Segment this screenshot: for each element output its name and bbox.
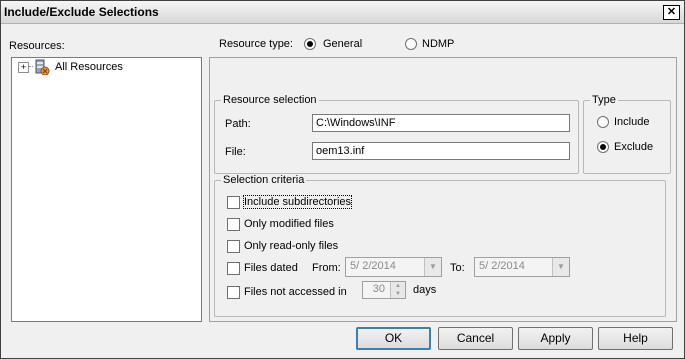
only-read-only-label[interactable]: Only read-only files — [244, 240, 338, 252]
resource-selection-legend: Resource selection — [221, 94, 319, 106]
include-subdirectories-checkbox[interactable] — [227, 196, 240, 209]
chevron-down-icon[interactable]: ▼ — [424, 258, 441, 276]
files-dated-checkbox[interactable] — [227, 262, 240, 275]
path-label: Path: — [225, 118, 251, 130]
resource-type-ndmp-radio[interactable] — [405, 38, 417, 50]
resource-type-ndmp-label[interactable]: NDMP — [422, 38, 454, 50]
only-read-only-checkbox[interactable] — [227, 240, 240, 253]
cancel-button[interactable]: Cancel — [438, 327, 513, 350]
resource-selection-group: Resource selection Path: C:\Windows\INF … — [214, 94, 579, 174]
from-date-picker[interactable]: 5/ 2/2014 ▼ — [345, 257, 442, 277]
files-not-accessed-label[interactable]: Files not accessed in — [244, 286, 347, 298]
server-resources-icon — [35, 59, 50, 75]
to-date-value: 5/ 2/2014 — [479, 260, 525, 272]
type-include-label[interactable]: Include — [614, 116, 649, 128]
type-exclude-radio[interactable] — [597, 141, 609, 153]
include-subdirectories-label[interactable]: Include subdirectories — [242, 195, 353, 209]
tree-expand-toggle[interactable]: + — [18, 62, 29, 73]
days-value: 30 — [372, 283, 385, 295]
type-exclude-label[interactable]: Exclude — [614, 141, 653, 153]
dialog-title: Include/Exclude Selections — [4, 5, 159, 19]
ok-button[interactable]: OK — [356, 327, 431, 350]
resource-type-general-label[interactable]: General — [323, 38, 362, 50]
spinner-arrows-icon[interactable]: ▲ ▼ — [390, 282, 405, 298]
file-label: File: — [225, 146, 246, 158]
files-dated-label[interactable]: Files dated — [244, 262, 298, 274]
files-not-accessed-checkbox[interactable] — [227, 286, 240, 299]
days-label: days — [413, 284, 437, 296]
days-spinner[interactable]: 30 ▲ ▼ — [362, 281, 406, 299]
only-modified-checkbox[interactable] — [227, 218, 240, 231]
chevron-down-icon[interactable]: ▼ — [552, 258, 569, 276]
resource-type-label: Resource type: — [219, 38, 293, 50]
apply-button[interactable]: Apply — [518, 327, 593, 350]
file-input[interactable]: oem13.inf — [312, 142, 570, 160]
title-bar: Include/Exclude Selections ✕ — [1, 1, 684, 24]
selection-criteria-legend: Selection criteria — [221, 174, 307, 186]
selection-panel: Resource selection Path: C:\Windows\INF … — [209, 57, 677, 322]
selection-criteria-group: Selection criteria Include subdirectorie… — [214, 174, 666, 317]
resource-type-general-radio[interactable] — [304, 38, 316, 50]
from-label: From: — [312, 262, 341, 274]
only-modified-label[interactable]: Only modified files — [244, 218, 334, 230]
include-exclude-dialog: Include/Exclude Selections ✕ Resources: … — [0, 0, 685, 359]
to-label: To: — [450, 262, 465, 274]
tree-connector — [29, 66, 33, 67]
type-legend: Type — [590, 94, 618, 106]
path-input[interactable]: C:\Windows\INF — [312, 114, 570, 132]
from-date-value: 5/ 2/2014 — [350, 260, 396, 272]
tree-item-all-resources[interactable]: All Resources — [55, 61, 123, 73]
to-date-picker[interactable]: 5/ 2/2014 ▼ — [474, 257, 570, 277]
close-button[interactable]: ✕ — [663, 5, 680, 20]
type-group: Type Include Exclude — [583, 94, 671, 174]
type-include-radio[interactable] — [597, 116, 609, 128]
help-button[interactable]: Help — [598, 327, 673, 350]
resources-tree[interactable]: + All Resources — [11, 57, 202, 322]
resources-label: Resources: — [9, 40, 65, 52]
